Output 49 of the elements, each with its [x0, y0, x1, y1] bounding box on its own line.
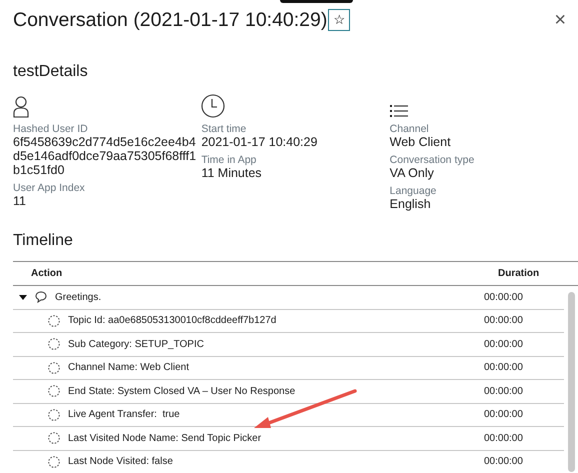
- favorite-button[interactable]: ☆: [328, 9, 350, 31]
- field-value: English: [390, 197, 432, 211]
- duration-text: 00:00:00: [484, 408, 524, 422]
- action-text: Live Agent Transfer: true: [68, 408, 180, 422]
- speech-bubble-icon: [35, 291, 47, 304]
- column-header: Action: [30, 267, 64, 281]
- dotted-circle-icon: [48, 408, 60, 421]
- column-header: Duration: [498, 267, 540, 281]
- dotted-circle-icon: [48, 432, 60, 444]
- duration-text: 00:00:00: [484, 338, 524, 352]
- duration-text: 00:00:00: [484, 432, 524, 446]
- duration-text: 00:00:00: [484, 314, 524, 328]
- dialog-title: Conversation (2021-01-17 10:40:29): [13, 8, 328, 33]
- duration-text: 00:00:00: [484, 361, 524, 376]
- dotted-circle-icon: [48, 338, 60, 350]
- dotted-circle-icon: [48, 314, 60, 327]
- field-label: Start time: [201, 123, 248, 135]
- field-label: User App Index: [13, 182, 86, 194]
- section-title: testDetails: [13, 62, 89, 82]
- field-value: VA Only: [390, 166, 435, 180]
- action-text: Last Node Visited: false: [68, 455, 173, 470]
- field-label: Hashed User ID: [13, 123, 89, 135]
- field-label: Time in App: [201, 154, 258, 166]
- close-button[interactable]: ×: [550, 8, 570, 32]
- list-icon: [390, 104, 408, 118]
- field-label: Channel: [390, 123, 430, 135]
- clock-icon: [201, 94, 226, 118]
- dotted-circle-icon: [48, 362, 60, 374]
- duration-text: 00:00:00: [484, 290, 524, 305]
- field-label: Language: [390, 185, 438, 197]
- field-label: Conversation type: [390, 154, 476, 166]
- duration-text: 00:00:00: [484, 455, 524, 470]
- field-value: 6f5458639c2d774d5e16c2ee4b4d5e146adf0dce79aa75305f68fff1b1c51fd0: [13, 135, 198, 177]
- action-text: Last Visited Node Name: Send Topic Picker: [68, 432, 262, 446]
- field-value: 2021-01-17 10:40:29: [201, 135, 318, 149]
- section-title: Timeline: [13, 231, 74, 251]
- field-value: Web Client: [390, 135, 452, 149]
- action-text: Topic Id: aa0e685053130010cf8cddeeff7b127d: [68, 314, 276, 328]
- field-value: 11 Minutes: [201, 166, 263, 180]
- scrollbar[interactable]: [568, 292, 575, 472]
- action-text: Greetings.: [55, 290, 102, 305]
- field-value: 11: [13, 194, 27, 208]
- action-text: End State: System Closed VA – User No Response: [68, 384, 296, 399]
- dotted-circle-icon: [48, 385, 60, 398]
- action-text: Sub Category: SETUP_TOPIC: [68, 338, 204, 352]
- dotted-circle-icon: [48, 456, 60, 468]
- action-text: Channel Name: Web Client: [68, 361, 189, 376]
- duration-text: 00:00:00: [484, 384, 524, 399]
- user-icon: [13, 96, 29, 118]
